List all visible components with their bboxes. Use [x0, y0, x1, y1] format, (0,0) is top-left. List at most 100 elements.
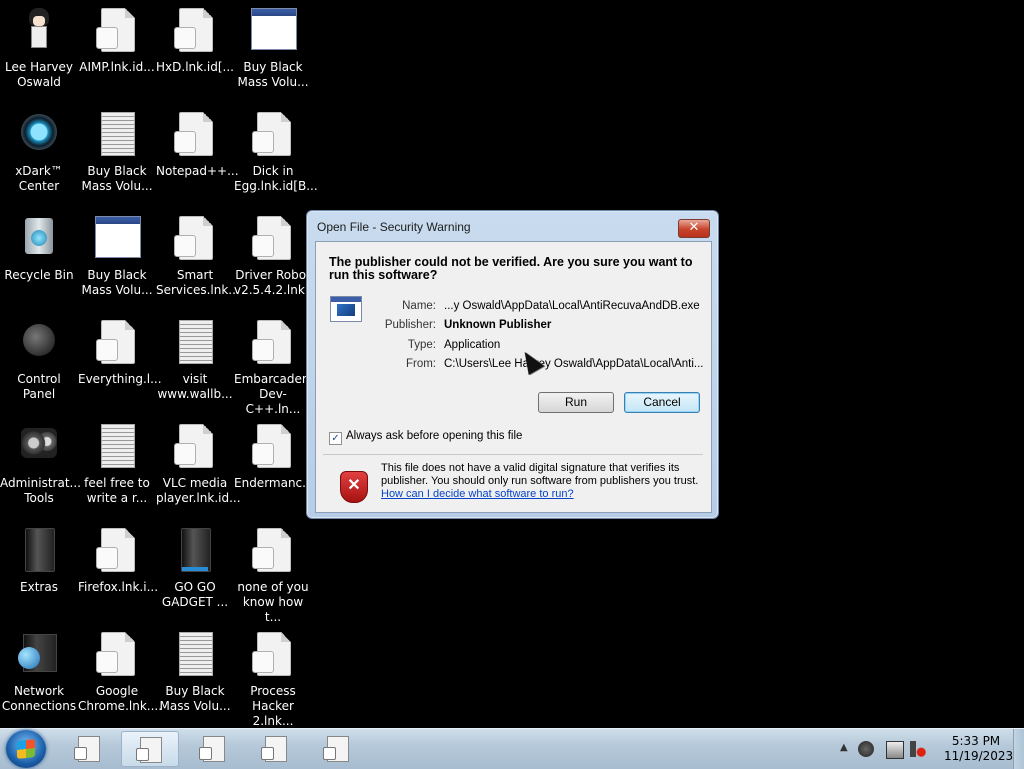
shortcut-file-icon: [74, 736, 100, 762]
from-value: C:\Users\Lee Harvey Oswald\AppData\Local…: [444, 358, 704, 370]
warning-question: The publisher could not be verified. Are…: [329, 255, 693, 282]
desktop-icon-label: Embarcadero Dev-C++.ln...: [234, 372, 314, 416]
desktop-icon-label: GO GO GADGET ...: [161, 580, 229, 609]
desktop-icon[interactable]: Control Panel: [0, 312, 78, 412]
shortcut-file-icon: [261, 736, 287, 762]
desktop-icon-label: visit www.wallb...: [157, 372, 233, 401]
desktop-icon[interactable]: Extras: [0, 520, 78, 620]
desktop-icon[interactable]: Endermanc...: [234, 416, 314, 516]
desktop-icon[interactable]: none of you know how t...: [234, 520, 312, 624]
close-button[interactable]: ✕: [678, 219, 710, 238]
desktop-icon-label: Dick in Egg.lnk.id[B...: [234, 164, 318, 193]
always-ask-row[interactable]: ✓ Always ask before opening this file: [329, 430, 522, 445]
gears-icon: [15, 422, 63, 470]
divider: [323, 454, 703, 455]
desktop-icon-label: Notepad++...: [156, 164, 239, 178]
desktop-icon[interactable]: Process Hacker 2.lnk...: [234, 624, 312, 728]
shortcut-file-icon: [249, 214, 297, 262]
windows-logo-icon: [17, 739, 35, 759]
text-document-icon: [171, 318, 219, 366]
desktop-icon[interactable]: Driver Robot v2.5.4.2.lnk.i...: [234, 208, 323, 308]
desktop-icon-label: Administrat... Tools: [0, 476, 81, 505]
security-shield-icon: ✕: [340, 471, 368, 503]
desktop-icon[interactable]: AIMP.lnk.id...: [78, 0, 156, 100]
desktop-icon[interactable]: Administrat... Tools: [0, 416, 81, 516]
taskbar-button[interactable]: [60, 731, 116, 765]
desktop-icon-label: none of you know how t...: [237, 580, 309, 624]
taskbar-button[interactable]: [309, 731, 365, 765]
tray-app-icon[interactable]: [858, 741, 874, 757]
network-icon[interactable]: [886, 741, 904, 759]
type-row: Type: Application: [316, 339, 711, 354]
name-value: ...y Oswald\AppData\Local\AntiRecuvaAndD…: [444, 300, 700, 312]
publisher-row: Publisher: Unknown Publisher: [316, 319, 711, 334]
clock-date: 11/19/2023: [944, 749, 1014, 763]
desktop-icon-label: Firefox.lnk.i...: [78, 580, 159, 594]
desktop-icon[interactable]: feel free to write a r...: [78, 416, 156, 516]
network-globe-icon: [15, 630, 63, 678]
cancel-button[interactable]: Cancel: [624, 392, 700, 413]
shortcut-file-icon: [93, 526, 141, 574]
desktop-icon-label: Network Connections: [1, 684, 77, 713]
desktop-icon-label: xDark™ Center: [15, 164, 63, 193]
desktop-icon[interactable]: Recycle Bin: [0, 208, 78, 308]
shortcut-file-icon: [249, 630, 297, 678]
taskbar-button[interactable]: [247, 731, 303, 765]
text-document-icon: [171, 630, 219, 678]
desktop-icon[interactable]: Embarcadero Dev-C++.ln...: [234, 312, 314, 416]
shortcut-file-icon: [171, 6, 219, 54]
run-button[interactable]: Run: [538, 392, 614, 413]
desktop-icon[interactable]: Buy Black Mass Volu...: [78, 104, 156, 204]
shortcut-file-icon: [93, 630, 141, 678]
desktop-icon[interactable]: GO GO GADGET ...: [156, 520, 234, 620]
desktop-icon[interactable]: Notepad++...: [156, 104, 239, 204]
desktop-icon-label: AIMP.lnk.id...: [79, 60, 155, 74]
desktop-icon-label: Buy Black Mass Volu...: [159, 684, 231, 713]
show-hidden-icons-icon[interactable]: ▲: [840, 742, 848, 753]
desktop-icon[interactable]: Lee Harvey Oswald: [0, 0, 78, 100]
type-value: Application: [444, 339, 501, 351]
taskbar-button[interactable]: [121, 731, 179, 767]
always-ask-checkbox[interactable]: ✓: [329, 432, 342, 445]
desktop-icon[interactable]: Smart Services.lnk...: [156, 208, 240, 308]
shortcut-file-icon: [93, 318, 141, 366]
publisher-value: Unknown Publisher: [444, 319, 552, 331]
type-key: Type:: [407, 339, 436, 351]
desktop-icon[interactable]: HxD.lnk.id[...: [156, 0, 234, 100]
desktop-icon[interactable]: Everything.l...: [78, 312, 162, 412]
name-row: Name: ...y Oswald\AppData\Local\AntiRecu…: [316, 300, 711, 315]
desktop-icon-label: Buy Black Mass Volu...: [81, 164, 153, 193]
shortcut-file-icon: [136, 737, 162, 763]
desktop-icon-label: HxD.lnk.id[...: [156, 60, 234, 74]
desktop-icon[interactable]: xDark™ Center: [0, 104, 78, 204]
show-desktop-button[interactable]: [1013, 729, 1024, 769]
desktop-icon[interactable]: VLC media player.lnk.id...: [156, 416, 241, 516]
desktop-icon-label: Control Panel: [17, 372, 61, 401]
clock[interactable]: 5:33 PM 11/19/2023: [944, 734, 1014, 764]
window-icon: [93, 214, 141, 262]
taskbar-button[interactable]: [185, 731, 241, 765]
desktop-icon[interactable]: Dick in Egg.lnk.id[B...: [234, 104, 318, 204]
warning-message: This file does not have a valid digital …: [381, 462, 701, 501]
desktop-icon[interactable]: visit www.wallb...: [156, 312, 234, 412]
window-icon: [249, 6, 297, 54]
help-link[interactable]: How can I decide what software to run?: [381, 488, 574, 500]
security-warning-dialog: Open File - Security Warning ✕ The publi…: [306, 210, 719, 519]
volume-muted-icon[interactable]: [910, 741, 926, 757]
desktop-icon[interactable]: Network Connections: [0, 624, 78, 724]
desktop-icon[interactable]: Buy Black Mass Volu...: [234, 0, 312, 100]
desktop-icon[interactable]: Buy Black Mass Volu...: [78, 208, 156, 308]
name-key: Name:: [402, 300, 436, 312]
shortcut-file-icon: [171, 110, 219, 158]
shortcut-file-icon: [249, 110, 297, 158]
desktop-icon[interactable]: Buy Black Mass Volu...: [156, 624, 234, 724]
desktop-icon[interactable]: Google Chrome.lnk....: [78, 624, 162, 724]
start-button[interactable]: [6, 730, 46, 768]
orb-icon: [15, 110, 63, 158]
desktop-icon-label: Process Hacker 2.lnk...: [250, 684, 296, 728]
system-tray: ▲ 5:33 PM 11/19/2023: [834, 729, 1024, 769]
desktop-icon[interactable]: Firefox.lnk.i...: [78, 520, 159, 620]
dialog-content: The publisher could not be verified. Are…: [315, 241, 712, 513]
taskbar: ▲ 5:33 PM 11/19/2023: [0, 728, 1024, 769]
from-row: From: C:\Users\Lee Harvey Oswald\AppData…: [316, 358, 711, 373]
